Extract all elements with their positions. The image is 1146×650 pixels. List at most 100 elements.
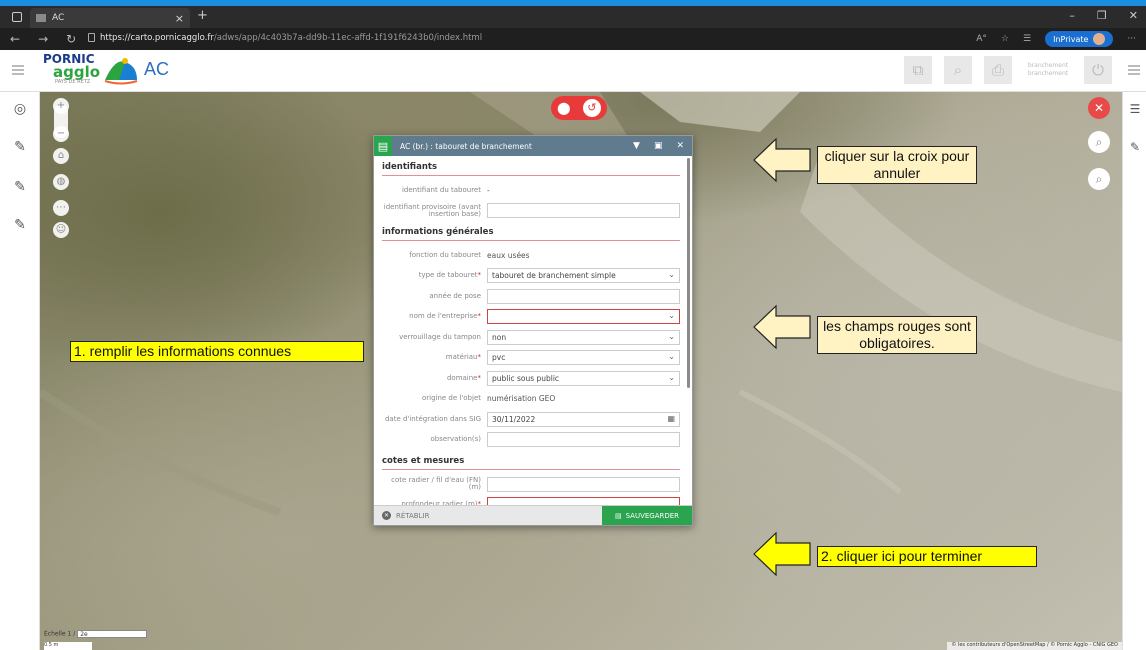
field-label-text: nom de l'entreprise: [409, 312, 478, 321]
print-icon[interactable]: ⎙: [984, 56, 1012, 84]
field-input-value: pvc: [492, 353, 506, 363]
field-label: origine de l'objet: [382, 395, 487, 402]
left-menu-icon[interactable]: [12, 65, 24, 75]
edit-tool-2-icon[interactable]: ✎: [11, 178, 29, 196]
form-row: fonction du tabouret eaux usées: [382, 245, 680, 266]
field-input[interactable]: [487, 288, 680, 304]
dialog-header: ▤ AC (br.) : tabouret de branchement ▼ ▣…: [374, 136, 692, 156]
edit-pin-toggle: ⬤ ↺: [551, 96, 607, 120]
edit-tool-icon[interactable]: ✎: [11, 138, 29, 156]
save-button[interactable]: ▤ SAUVEGARDER: [602, 506, 692, 525]
search-icon[interactable]: ⌕: [944, 56, 972, 84]
favorite-icon[interactable]: ☆: [1001, 34, 1009, 44]
chevron-down-icon[interactable]: ⌄: [668, 373, 675, 382]
inprivate-label: InPrivate: [1053, 34, 1089, 44]
field-select[interactable]: pvc ⌄: [487, 350, 680, 366]
field-label: matériau*: [382, 354, 487, 361]
field-label: domaine*: [382, 374, 487, 382]
chevron-down-icon[interactable]: ⌄: [668, 311, 675, 320]
scale-label: Échelle 1 /: [44, 630, 76, 638]
inprivate-badge[interactable]: InPrivate: [1045, 31, 1114, 47]
close-dialog-icon[interactable]: ✕: [676, 141, 684, 151]
field-label-text: identifiant provisoire (avant insertion …: [383, 202, 481, 218]
right-toolbar: ☰ ✎: [1122, 92, 1146, 650]
layers-icon[interactable]: ☰: [1127, 102, 1143, 118]
field-label: fonction du tabouret: [382, 251, 487, 259]
zoom-out-icon[interactable]: −: [53, 126, 69, 142]
select-layers-icon[interactable]: ⧉: [904, 56, 932, 84]
reset-icon: ✕: [382, 511, 391, 520]
note-fill: 1. remplir les informations connues: [70, 341, 364, 362]
field-value: numérisation GEO: [487, 394, 556, 404]
zoom-history-2-icon[interactable]: ⌕: [1088, 168, 1110, 190]
arrow-finish-icon: [753, 531, 811, 577]
field-label-text: verrouillage du tampon: [399, 332, 481, 341]
refresh-icon[interactable]: ↻: [66, 32, 76, 46]
dialog-title: AC (br.) : tabouret de branchement: [400, 141, 532, 151]
form-row: identifiant du tabouret -: [382, 180, 680, 201]
scale-input[interactable]: 2e: [77, 630, 148, 638]
pencil-icon[interactable]: ✎: [1127, 140, 1143, 156]
app-header: PORNIC agglo PAYS DE RETZ AC ⧉ ⌕ ⎙ branc…: [0, 50, 1146, 92]
scale-control: Échelle 1 / 2e: [44, 630, 148, 638]
dialog-scrollbar[interactable]: [687, 158, 690, 388]
cancel-edit-icon[interactable]: ✕: [1088, 97, 1110, 119]
favorites-icon[interactable]: ☰: [1023, 34, 1031, 44]
new-tab-icon[interactable]: +: [197, 8, 208, 23]
globe-icon[interactable]: ◍: [53, 174, 69, 190]
more-icon[interactable]: ···: [1127, 34, 1136, 44]
map-pin-icon[interactable]: ⬤: [557, 101, 570, 115]
restore-icon[interactable]: ❐: [1097, 9, 1107, 22]
field-label: type de tabouret*: [382, 272, 487, 279]
screen: AC × + – ❐ ✕ ← → ↻ https://carto.pornica…: [0, 0, 1146, 650]
zoom-in-icon[interactable]: +: [53, 98, 69, 114]
url-path: /adws/app/4c403b7a-dd9b-11ec-affd-1f191f…: [213, 33, 483, 43]
locate-icon[interactable]: ◎: [11, 100, 29, 118]
zoom-controls: + − ⌂ ◍ ⋯ ☺: [50, 98, 72, 238]
chevron-down-icon[interactable]: ⌄: [668, 332, 675, 341]
section-title: cotes et mesures: [382, 450, 680, 470]
close-window-icon[interactable]: ✕: [1129, 9, 1138, 22]
field-input-value: public sous public: [492, 373, 560, 383]
field-input[interactable]: [487, 476, 680, 492]
read-aloud-icon[interactable]: A°: [976, 34, 987, 44]
tab-close-icon[interactable]: ×: [175, 12, 184, 25]
field-input[interactable]: [487, 432, 680, 448]
field-select[interactable]: tabouret de branchement simple ⌄: [487, 268, 680, 284]
form-row: année de pose: [382, 286, 680, 307]
collapse-icon[interactable]: ▼: [633, 141, 640, 151]
forward-icon[interactable]: →: [38, 32, 48, 46]
minimize-icon[interactable]: –: [1069, 9, 1075, 22]
home-icon[interactable]: ⌂: [53, 148, 69, 164]
field-label: année de pose: [382, 292, 487, 300]
person-icon[interactable]: ☺: [53, 222, 69, 238]
field-select[interactable]: ⌄: [487, 309, 680, 325]
tab-title: AC: [52, 13, 65, 23]
tab-actions-icon[interactable]: [12, 12, 22, 22]
required-marker: *: [477, 312, 482, 321]
url-field[interactable]: https://carto.pornicagglo.fr/adws/app/4c…: [100, 33, 482, 43]
field-label-text: observation(s): [430, 435, 481, 444]
maximize-icon[interactable]: ▣: [654, 141, 663, 151]
lock-icon[interactable]: [88, 33, 95, 42]
edit-tool-3-icon[interactable]: ✎: [11, 216, 29, 234]
back-icon[interactable]: ←: [10, 32, 20, 46]
right-menu-icon[interactable]: [1128, 65, 1140, 75]
reset-button[interactable]: ✕ RÉTABLIR: [382, 511, 429, 520]
chevron-down-icon[interactable]: ⌄: [668, 352, 675, 361]
save-icon[interactable]: ▤: [374, 136, 392, 156]
share-icon[interactable]: ⋯: [53, 200, 69, 216]
scale-bar: 0.5 m: [44, 642, 92, 650]
field-select[interactable]: public sous public ⌄: [487, 370, 680, 386]
undo-icon[interactable]: ↺: [582, 99, 601, 117]
branch-label: branchement branchement: [1027, 62, 1069, 77]
field-input[interactable]: [487, 203, 680, 219]
date-field[interactable]: 30/11/2022 ▦: [487, 411, 680, 427]
power-icon[interactable]: ⏻: [1084, 56, 1112, 84]
browser-tab[interactable]: AC ×: [30, 8, 190, 28]
field-select[interactable]: non ⌄: [487, 329, 680, 345]
zoom-history-icon[interactable]: ⌕: [1088, 131, 1110, 153]
chevron-down-icon[interactable]: ⌄: [668, 270, 675, 279]
field-label-text: matériau: [445, 353, 478, 362]
calendar-icon[interactable]: ▦: [667, 414, 675, 423]
